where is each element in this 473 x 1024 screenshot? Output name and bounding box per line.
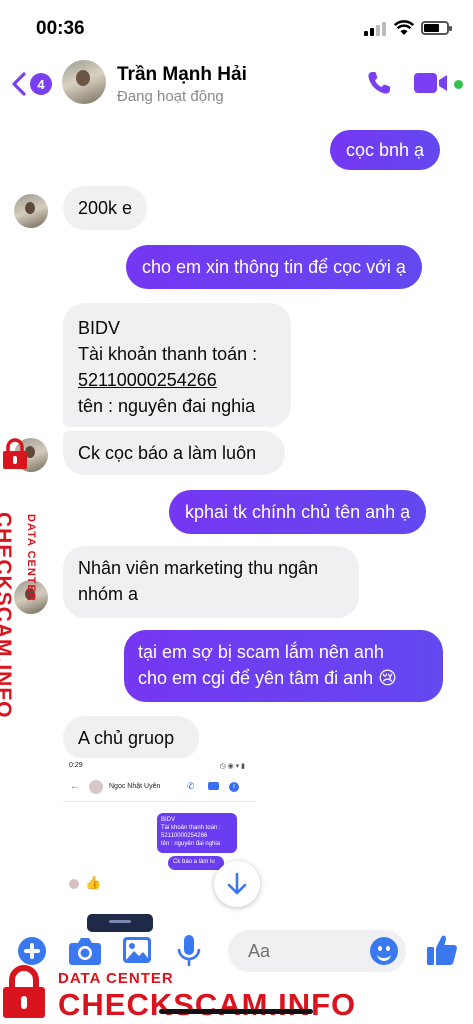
video-camera-icon[interactable] — [414, 72, 448, 94]
message-text: A chủ gruop — [78, 728, 175, 748]
microphone-icon[interactable] — [176, 934, 202, 968]
shot-thumbs-up-icon: 👍 — [85, 875, 102, 890]
message-text: cho em cgi để yên tâm đi anh 😢 — [138, 668, 397, 688]
lock-icon — [3, 438, 27, 469]
shot-contact-name: Ngọc Nhật Uyên — [109, 783, 161, 790]
camera-icon[interactable] — [68, 936, 102, 966]
shot-avatar — [89, 780, 103, 794]
home-indicator[interactable] — [159, 1009, 313, 1014]
contact-name[interactable]: Trần Mạnh Hải — [117, 64, 247, 86]
shot-message-text: BIDV — [161, 817, 176, 823]
status-bar: 00:36 — [0, 0, 473, 56]
message-bubble-incoming[interactable]: 200k e — [63, 186, 148, 230]
status-time: 00:36 — [36, 18, 85, 39]
watermark-big-text: CHECKSCAM.INFO — [58, 987, 357, 1022]
message-text: nhóm a — [78, 584, 139, 604]
shared-screenshot-image[interactable]: 0:29 ◷ ◉ ▾ ▮ ← Ngọc Nhật Uyên ✆ i BIDV T… — [63, 758, 255, 936]
watermark-big-text: CHECKSCAM.INFO — [0, 512, 15, 719]
shot-status-icons: ◷ ◉ ▾ ▮ — [219, 763, 245, 770]
contact-avatar[interactable] — [62, 60, 106, 104]
battery-icon — [421, 21, 452, 35]
unread-count-badge: 4 — [30, 73, 52, 95]
message-text: cho em xin thông tin để cọc với ạ — [142, 257, 406, 277]
shot-avatar — [69, 879, 79, 889]
sender-avatar[interactable] — [14, 194, 48, 228]
online-status-dot — [454, 80, 463, 89]
message-text: 200k e — [78, 198, 133, 218]
shot-message-bubble: Ck báo a làm lu — [168, 856, 224, 870]
account-number-link[interactable]: 52110000254266 — [78, 367, 276, 393]
message-text: Ck cọc báo a làm luôn — [78, 443, 257, 463]
shot-phone-icon: ✆ — [187, 781, 195, 791]
cellular-signal-icon — [364, 22, 386, 36]
message-text: Nhân viên marketing thu ngân — [78, 558, 319, 578]
arrow-down-icon — [227, 872, 247, 895]
back-button[interactable]: 4 — [8, 68, 52, 100]
shot-header: ← Ngọc Nhật Uyên ✆ i — [63, 774, 255, 802]
message-bubble-outgoing[interactable]: cọc bnh ạ — [330, 130, 441, 170]
shot-video-icon — [208, 782, 219, 790]
message-bubble-outgoing[interactable]: cho em xin thông tin để cọc với ạ — [126, 245, 422, 289]
photo-icon[interactable] — [122, 935, 152, 965]
message-bubble-outgoing[interactable]: kphai tk chính chủ tên anh ạ — [169, 490, 427, 534]
plus-icon[interactable] — [18, 937, 46, 965]
watermark-side: DATA CENTER CHECKSCAM.INFO — [0, 438, 56, 719]
message-bubble-outgoing[interactable]: tại em sợ bị scam lắm nên anh cho em cgi… — [124, 630, 443, 702]
message-text: kphai tk chính chủ tên anh ạ — [185, 502, 411, 522]
phone-icon[interactable] — [366, 70, 392, 96]
back-chevron-icon — [12, 72, 26, 96]
message-bubble-incoming[interactable]: A chủ gruop — [63, 716, 199, 760]
shot-message-text: 52110000254266 — [161, 833, 208, 839]
conversation-header: 4 Trần Mạnh Hải Đang hoạt động — [0, 56, 473, 118]
shot-message-text: Tài khoản thanh toán : — [161, 825, 221, 831]
watermark-bottom: DATA CENTER CHECKSCAM.INFO — [0, 965, 473, 1024]
shot-message-text: tên : nguyên đai nghia — [161, 841, 221, 847]
shot-status-time: 0:29 — [69, 762, 83, 769]
message-bubble-incoming[interactable]: Ck cọc báo a làm luôn — [63, 431, 285, 475]
message-text: Tài khoản thanh toán : — [78, 344, 258, 364]
thumbs-up-icon[interactable] — [426, 933, 458, 967]
emoji-icon[interactable] — [370, 937, 398, 965]
message-bubble-incoming[interactable]: BIDV Tài khoản thanh toán : 521100002542… — [63, 303, 291, 427]
message-list[interactable]: cọc bnh ạ 200k e cho em xin thông tin để… — [0, 118, 473, 936]
shot-back-arrow-icon: ← — [70, 781, 80, 792]
watermark-small-text: DATA CENTER — [25, 514, 37, 602]
wifi-icon — [394, 20, 414, 35]
scroll-to-bottom-button[interactable] — [214, 861, 260, 907]
shot-info-icon: i — [229, 782, 239, 792]
message-text: tại em sợ bị scam lắm nên anh — [138, 642, 384, 662]
contact-status: Đang hoạt động — [117, 88, 224, 105]
watermark-small-text: DATA CENTER — [58, 970, 174, 987]
message-text: tên : nguyên đai nghia — [78, 396, 256, 416]
lock-icon — [3, 965, 45, 1018]
message-text: cọc bnh ạ — [346, 140, 425, 160]
message-text: BIDV — [78, 318, 121, 338]
shot-message-bubble: BIDV Tài khoản thanh toán : 521100002542… — [157, 813, 237, 853]
message-input-placeholder: Aa — [248, 941, 271, 961]
message-bubble-incoming[interactable]: Nhân viên marketing thu ngân nhóm a — [63, 546, 359, 618]
